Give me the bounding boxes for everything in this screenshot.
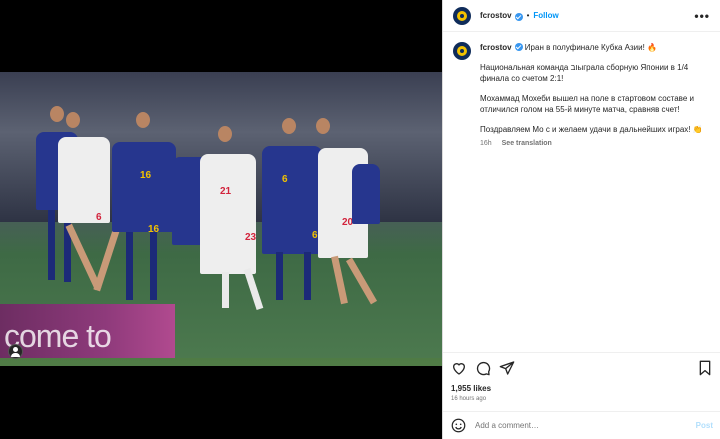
player-leg <box>48 210 55 280</box>
smiley-icon[interactable] <box>451 418 466 433</box>
player-head <box>66 112 80 128</box>
caption-paragraph-1: Национальная команда ובыграла сборную Яп… <box>480 63 689 83</box>
post-header: fcrostov • Follow ••• <box>443 0 720 32</box>
caption-paragraph-2: Мохаммад Мохеби вышел на поле в стартово… <box>480 94 694 114</box>
player-blue <box>352 164 380 224</box>
caption-row: fcrostov Иран в полуфинале Кубка Азии! 🔥… <box>453 42 710 147</box>
player-white <box>58 137 110 223</box>
player-white <box>200 154 256 274</box>
player-leg <box>276 252 283 300</box>
player-head <box>316 118 330 134</box>
player-number: 6 <box>312 230 318 241</box>
caption-time[interactable]: 16h <box>480 140 492 147</box>
caption-username[interactable]: fcrostov <box>480 43 512 52</box>
player-leg <box>331 255 348 305</box>
avatar[interactable] <box>453 6 471 25</box>
follow-button[interactable]: Follow <box>533 11 558 20</box>
separator-dot: • <box>526 11 530 20</box>
user-tag-icon[interactable] <box>8 344 23 359</box>
bookmark-icon[interactable] <box>697 360 713 376</box>
player-head <box>50 106 64 122</box>
comment-input[interactable] <box>475 421 696 430</box>
media-pane: come to 6 16 16 22 21 23 6 6 <box>0 0 442 439</box>
caption-first-line: fcrostov Иран в полуфинале Кубка Азии! 🔥 <box>480 42 710 53</box>
player-leg <box>222 272 229 308</box>
post-age: 16 hours ago <box>451 396 487 402</box>
caption-area: fcrostov Иран в полуфинале Кубка Азии! 🔥… <box>443 32 720 352</box>
caption-meta: 16h See translation <box>480 140 710 147</box>
post-comment-button[interactable]: Post <box>696 421 713 430</box>
player-head <box>136 112 150 128</box>
verified-badge-icon <box>514 12 523 21</box>
verified-badge-icon <box>514 43 523 51</box>
more-options-icon[interactable]: ••• <box>694 9 710 23</box>
player-head <box>218 126 232 142</box>
caption-headline: Иран в полуфинале Кубка Азии! 🔥 <box>524 43 658 52</box>
player-leg <box>345 257 378 305</box>
player-number: 21 <box>220 186 232 197</box>
comment-icon[interactable] <box>475 360 491 376</box>
stadium-billboard: come to <box>0 304 175 362</box>
paper-plane-icon[interactable] <box>499 360 515 376</box>
post-photo[interactable]: come to 6 16 16 22 21 23 6 6 <box>0 72 442 366</box>
pitch-grass <box>0 358 442 366</box>
player-head <box>282 118 296 134</box>
heart-icon[interactable] <box>451 360 467 376</box>
comment-bar: Post <box>443 411 720 439</box>
player-leg <box>93 222 122 292</box>
post-sidebar: fcrostov • Follow ••• fcrostov Иран в по… <box>442 0 720 439</box>
player-leg <box>126 232 133 300</box>
player-number: 16 <box>140 170 152 181</box>
player-number: 23 <box>245 232 257 243</box>
player-blue <box>112 142 176 232</box>
caption-avatar[interactable] <box>453 42 471 60</box>
likes-count[interactable]: 1,955 likes <box>451 384 491 393</box>
player-leg <box>243 267 264 311</box>
see-translation-link[interactable]: See translation <box>502 140 552 147</box>
player-leg <box>150 232 157 300</box>
caption-paragraph-3: Поздравляем Мо с и желаем удачи в дальне… <box>480 125 703 134</box>
caption-body: fcrostov Иран в полуфинале Кубка Азии! 🔥… <box>480 42 710 147</box>
player-number: 6 <box>96 212 102 223</box>
action-bar <box>443 352 720 382</box>
player-leg <box>304 252 311 300</box>
header-username[interactable]: fcrostov <box>480 11 512 20</box>
player-number: 6 <box>282 174 288 185</box>
